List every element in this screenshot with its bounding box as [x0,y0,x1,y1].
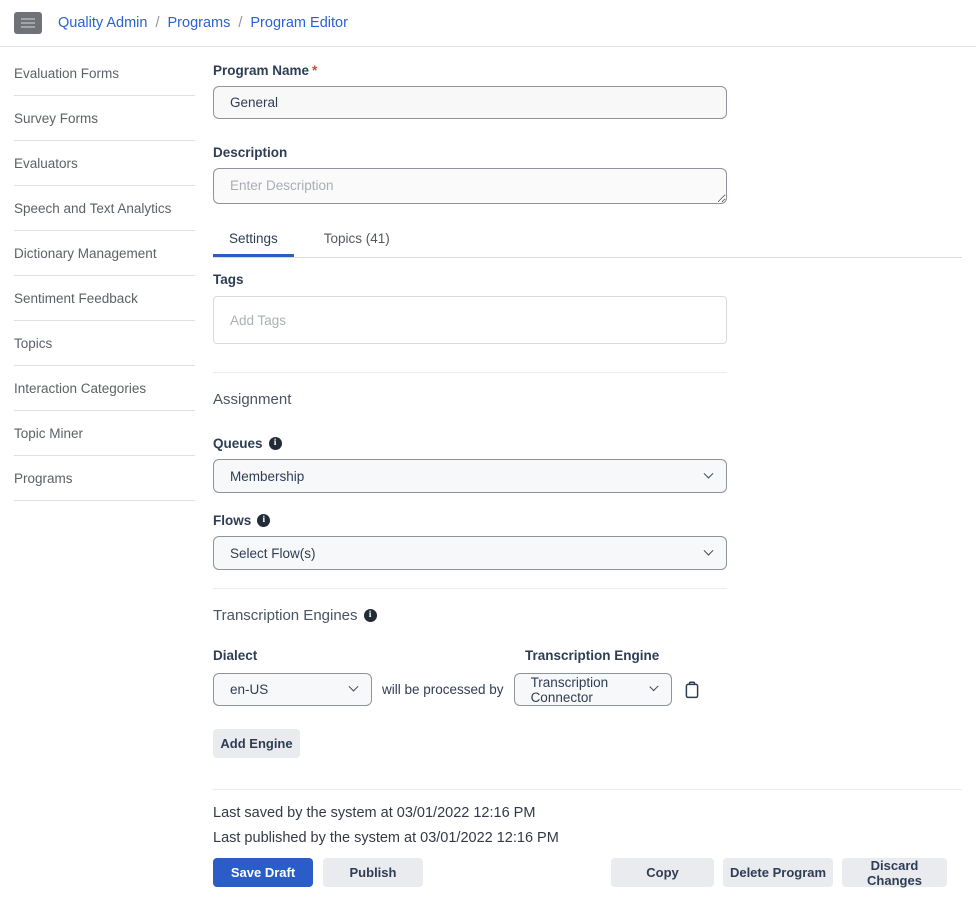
tab-settings[interactable]: Settings [213,224,294,257]
sidebar-divider [14,500,195,501]
sidebar-item-survey-forms[interactable]: Survey Forms [0,96,205,140]
program-name-label: Program Name* [213,63,962,78]
flows-label-row: Flows i [213,513,962,528]
engine-selected-value: Transcription Connector [531,675,651,705]
tab-topics[interactable]: Topics (41) [308,224,406,257]
sidebar-nav: Evaluation Forms Survey Forms Evaluators… [0,51,205,501]
description-textarea[interactable] [213,168,727,204]
queues-label: Queues [213,436,263,451]
flows-label: Flows [213,513,251,528]
last-saved-text: Last saved by the system at 03/01/2022 1… [213,805,962,821]
sidebar-item-evaluators[interactable]: Evaluators [0,141,205,185]
sidebar-item-topic-miner[interactable]: Topic Miner [0,411,205,455]
info-icon[interactable]: i [269,437,282,450]
sidebar-item-speech-text-analytics[interactable]: Speech and Text Analytics [0,186,205,230]
tab-bar: Settings Topics (41) [213,224,962,258]
sidebar-item-topics[interactable]: Topics [0,321,205,365]
sidebar-item-programs[interactable]: Programs [0,456,205,500]
flows-select[interactable]: Select Flow(s) [213,536,727,570]
publish-button[interactable]: Publish [323,858,423,887]
program-name-label-text: Program Name [213,63,309,78]
hamburger-menu-button[interactable] [14,12,42,34]
info-icon[interactable]: i [364,609,377,622]
footer-divider [213,789,962,790]
queues-selected-value: Membership [230,469,304,484]
discard-changes-button[interactable]: Discard Changes [842,858,947,887]
last-published-text: Last published by the system at 03/01/20… [213,830,962,846]
transcription-engines-heading: Transcription Engines i [213,607,962,624]
engine-labels-row: Dialect Transcription Engine [213,648,962,665]
tags-input[interactable] [213,296,727,344]
transcription-engines-heading-text: Transcription Engines [213,607,358,624]
queues-select[interactable]: Membership [213,459,727,493]
dialect-label: Dialect [213,648,257,663]
section-divider [213,372,727,373]
breadcrumb-quality-admin[interactable]: Quality Admin [58,15,147,31]
trash-icon [684,681,700,699]
breadcrumb: Quality Admin / Programs / Program Edito… [58,0,348,46]
sidebar-item-evaluation-forms[interactable]: Evaluation Forms [0,51,205,95]
chevron-down-icon [704,545,714,555]
engine-mapping-row: en-US will be processed by Transcription… [213,673,962,706]
dialect-select[interactable]: en-US [213,673,372,706]
breadcrumb-program-editor[interactable]: Program Editor [250,15,348,31]
tags-label: Tags [213,272,962,287]
flows-selected-value: Select Flow(s) [230,546,316,561]
processed-by-text: will be processed by [382,682,504,697]
copy-button[interactable]: Copy [611,858,714,887]
footer-actions: Save Draft Publish Copy Delete Program D… [213,858,947,887]
sidebar-item-sentiment-feedback[interactable]: Sentiment Feedback [0,276,205,320]
program-editor-form: Program Name* Description Settings Topic… [213,47,962,887]
transcription-engine-select[interactable]: Transcription Connector [514,673,672,706]
delete-engine-button[interactable] [684,681,700,699]
breadcrumb-separator: / [155,15,159,31]
assignment-heading: Assignment [213,391,962,408]
info-icon[interactable]: i [257,514,270,527]
sidebar-item-interaction-categories[interactable]: Interaction Categories [0,366,205,410]
top-bar: Quality Admin / Programs / Program Edito… [0,0,976,47]
hamburger-icon [21,18,35,28]
transcription-engine-label: Transcription Engine [525,648,659,663]
chevron-down-icon [704,468,714,478]
add-engine-button[interactable]: Add Engine [213,729,300,758]
dialect-selected-value: en-US [230,682,268,697]
sidebar-item-dictionary-management[interactable]: Dictionary Management [0,231,205,275]
program-name-input[interactable] [213,86,727,119]
required-asterisk: * [312,63,317,78]
delete-program-button[interactable]: Delete Program [723,858,833,887]
save-draft-button[interactable]: Save Draft [213,858,313,887]
chevron-down-icon [349,682,359,692]
description-label: Description [213,145,962,160]
breadcrumb-separator: / [238,15,242,31]
breadcrumb-programs[interactable]: Programs [168,15,231,31]
queues-label-row: Queues i [213,436,962,451]
section-divider [213,588,727,589]
